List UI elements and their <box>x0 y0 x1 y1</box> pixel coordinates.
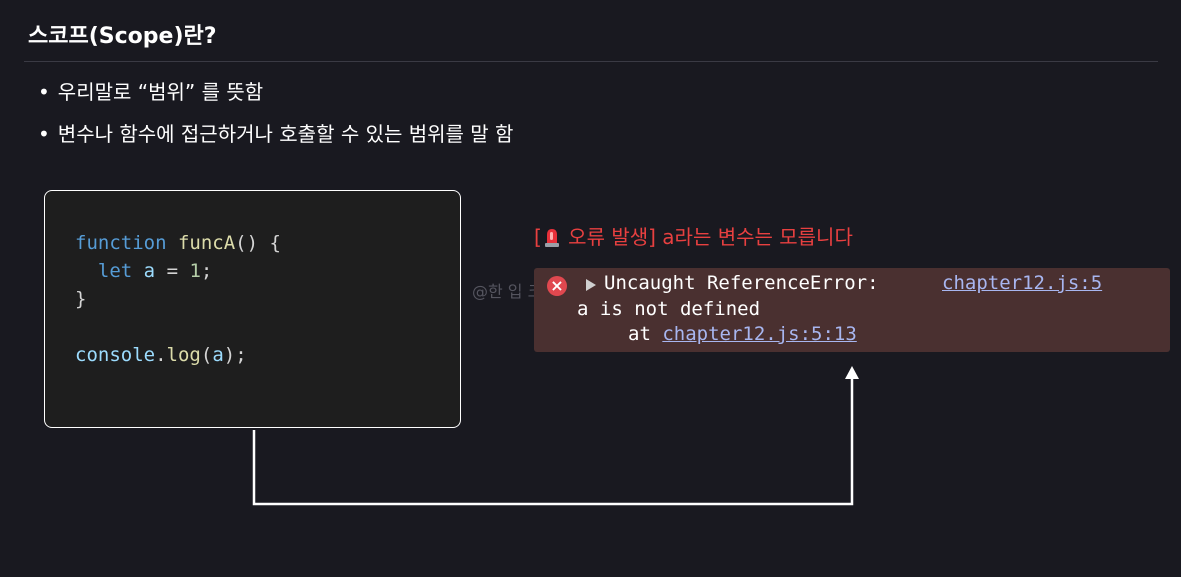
flow-arrow <box>252 366 859 506</box>
